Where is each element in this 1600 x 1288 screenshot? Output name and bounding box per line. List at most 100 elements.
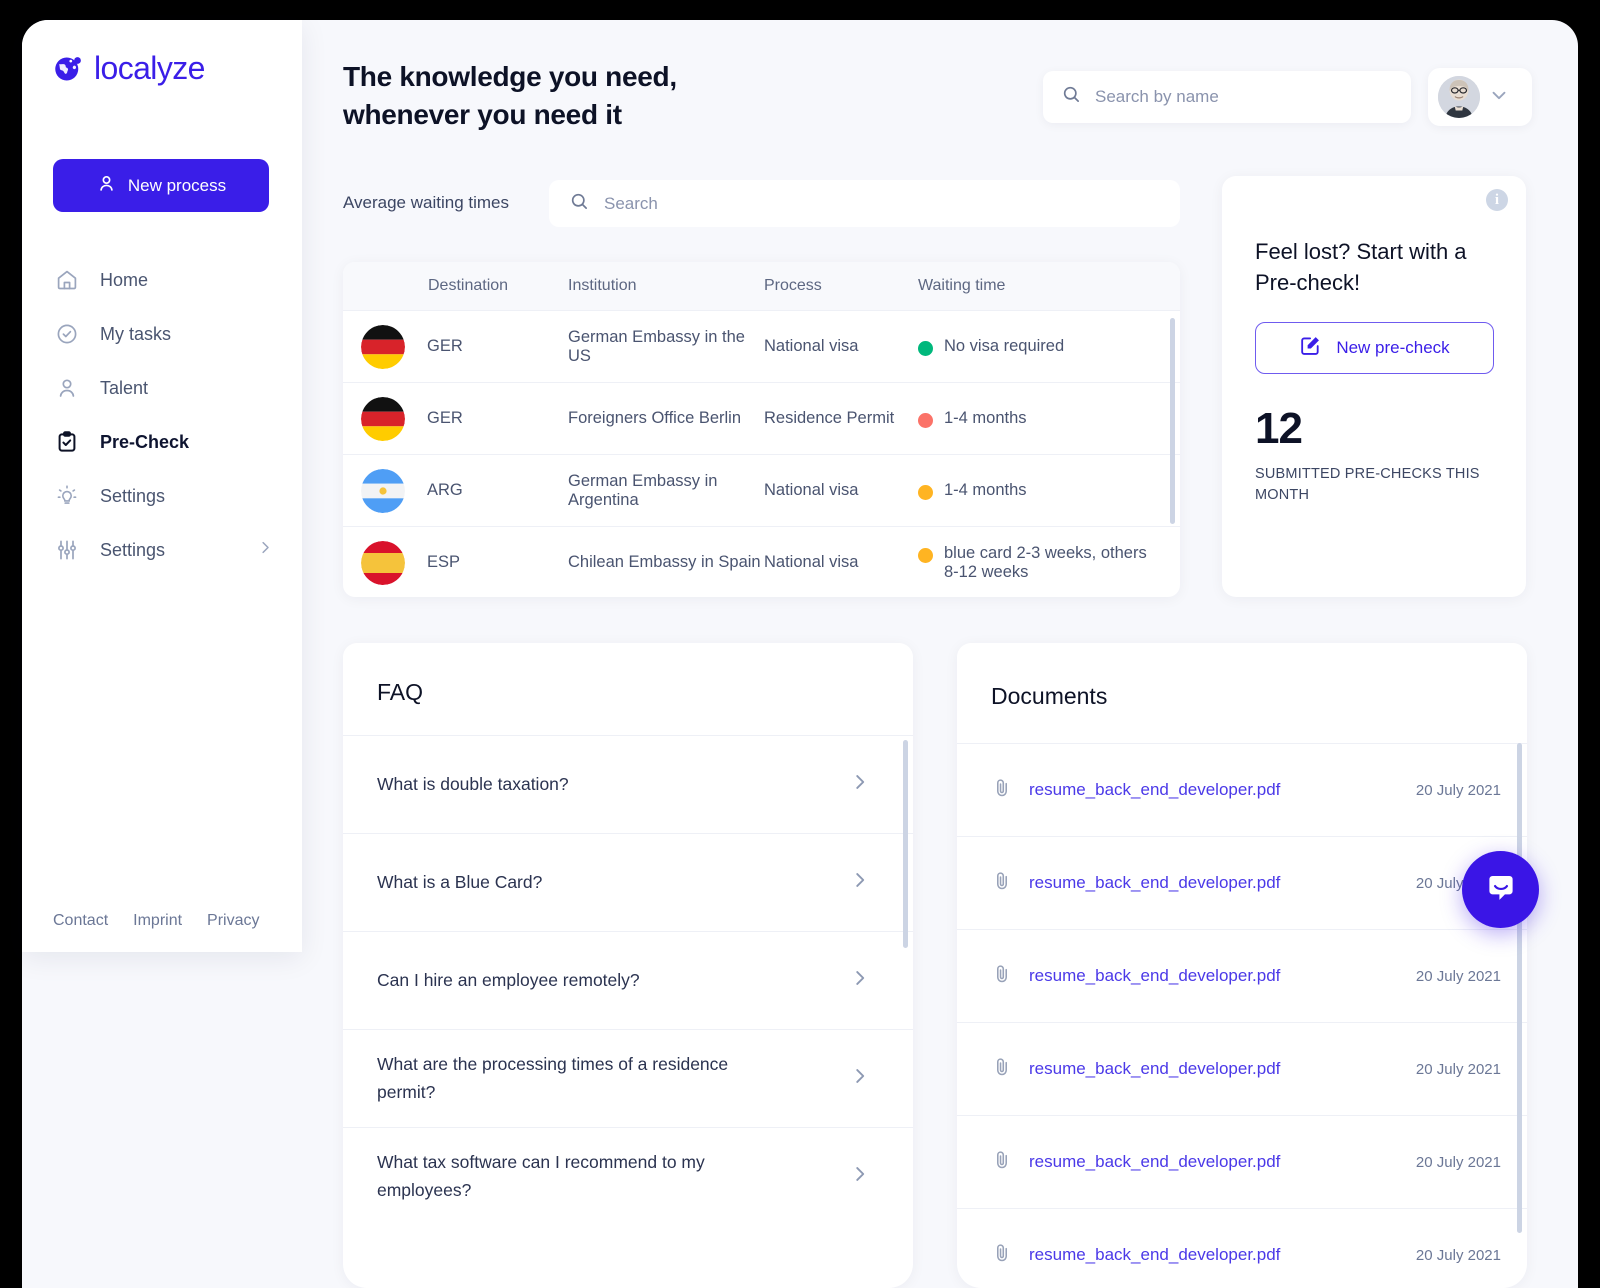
status-dot	[918, 341, 933, 356]
list-item[interactable]: resume_back_end_developer.pdf 20 July 20…	[957, 1115, 1527, 1208]
precheck-title: Feel lost? Start with a Pre-check!	[1255, 239, 1467, 296]
faq-item[interactable]: What tax software can I recommend to my …	[343, 1127, 913, 1225]
documents-scrollbar[interactable]	[1517, 743, 1522, 1233]
brand-logo[interactable]: localyze	[22, 20, 302, 87]
faq-item[interactable]: What is a Blue Card?	[343, 833, 913, 931]
faq-scrollbar[interactable]	[903, 740, 908, 948]
document-name[interactable]: resume_back_end_developer.pdf	[1029, 1152, 1280, 1172]
document-name[interactable]: resume_back_end_developer.pdf	[1029, 1245, 1280, 1265]
chevron-right-icon[interactable]	[849, 967, 871, 994]
faq-item[interactable]: What are the processing times of a resid…	[343, 1029, 913, 1127]
column-header-destination: Destination	[428, 277, 509, 294]
chevron-down-icon[interactable]	[1488, 84, 1510, 111]
list-item[interactable]: resume_back_end_developer.pdf 20 July 20…	[957, 929, 1527, 1022]
sidebar-item-pre-check[interactable]: Pre-Check	[22, 415, 302, 469]
sidebar-item-label: Talent	[100, 377, 149, 398]
search-input[interactable]	[1095, 87, 1393, 107]
faq-item[interactable]: Can I hire an employee remotely?	[343, 931, 913, 1029]
user-menu[interactable]	[1428, 68, 1532, 126]
new-process-label: New process	[127, 175, 227, 195]
info-icon[interactable]: i	[1486, 189, 1508, 211]
sidebar-item-my-tasks[interactable]: My tasks	[22, 307, 302, 361]
sidebar-item-label: Settings	[100, 485, 166, 506]
table-row[interactable]: ARG German Embassy in Argentina National…	[343, 455, 1180, 527]
cell-destination: ARG	[427, 481, 463, 499]
cell-waiting-time: 1-4 months	[944, 481, 1027, 499]
cell-institution: Foreigners Office Berlin	[568, 409, 742, 427]
faq-question: What is a Blue Card?	[377, 871, 543, 892]
document-name[interactable]: resume_back_end_developer.pdf	[1029, 873, 1280, 893]
page-title-line1: The knowledge you need,	[343, 61, 677, 92]
flag-de-icon	[361, 396, 405, 441]
footer-link-imprint[interactable]: Imprint	[133, 912, 182, 930]
table-scrollbar[interactable]	[1170, 318, 1175, 524]
cell-institution: Chilean Embassy in Spain	[568, 553, 761, 571]
document-name[interactable]: resume_back_end_developer.pdf	[1029, 966, 1280, 986]
page-title-line2: whenever you need it	[343, 99, 622, 131]
sidebar-item-talent[interactable]: Talent	[22, 361, 302, 415]
user-icon	[55, 376, 79, 400]
document-date: 20 July 2021	[1415, 781, 1501, 799]
cell-waiting-time: No visa required	[944, 337, 1065, 355]
status-dot	[918, 547, 933, 563]
global-search[interactable]	[1043, 71, 1411, 123]
sidebar-item-label: Home	[100, 269, 149, 290]
search-icon	[569, 191, 590, 217]
chevron-right-icon[interactable]	[849, 771, 871, 798]
faq-question: What is double taxation?	[377, 773, 569, 794]
document-name[interactable]: resume_back_end_developer.pdf	[1029, 1059, 1280, 1079]
attachment-icon	[991, 870, 1013, 897]
footer-link-privacy[interactable]: Privacy	[207, 912, 259, 930]
faq-question: Can I hire an employee remotely?	[377, 969, 640, 990]
new-process-button[interactable]: New process	[53, 159, 269, 212]
cell-destination: GER	[427, 409, 463, 427]
faq-item[interactable]: What is double taxation?	[343, 735, 913, 833]
sidebar-item-settings-bulb[interactable]: Settings	[22, 469, 302, 523]
chevron-right-icon[interactable]	[849, 869, 871, 896]
faq-question: What tax software can I recommend to my …	[377, 1152, 705, 1200]
attachment-icon	[991, 1149, 1013, 1176]
list-item[interactable]: resume_back_end_developer.pdf 20 July 20…	[957, 836, 1527, 929]
cell-destination: GER	[427, 337, 463, 355]
faq-title: FAQ	[377, 679, 424, 705]
sidebar-item-home[interactable]: Home	[22, 253, 302, 307]
cell-process: National visa	[764, 337, 859, 355]
table-row[interactable]: GER German Embassy in the US National vi…	[343, 311, 1180, 383]
document-name[interactable]: resume_back_end_developer.pdf	[1029, 780, 1280, 800]
user-add-icon	[96, 173, 117, 199]
attachment-icon	[991, 963, 1013, 990]
cell-waiting-time: 1-4 months	[944, 409, 1027, 427]
globe-icon	[53, 54, 83, 84]
chat-launcher-button[interactable]	[1462, 851, 1539, 928]
document-date: 20 July 2021	[1415, 1153, 1501, 1171]
cell-waiting-time: blue card 2-3 weeks, others 8-12 weeks	[944, 543, 1147, 581]
app-root: localyze New process Home My tasks Talen…	[0, 0, 1600, 1288]
table-row[interactable]: GER Foreigners Office Berlin Residence P…	[343, 383, 1180, 455]
table-header-row: Destination Institution Process Waiting …	[343, 262, 1180, 311]
bulb-icon	[55, 484, 79, 508]
sliders-icon	[55, 538, 79, 562]
cell-process: National visa	[764, 553, 859, 571]
precheck-card: i Feel lost? Start with a Pre-check! New…	[1222, 176, 1526, 597]
column-header-process: Process	[764, 277, 822, 294]
chevron-right-icon[interactable]	[849, 1163, 871, 1190]
chevron-right-icon[interactable]	[849, 1065, 871, 1092]
chevron-right-icon[interactable]	[256, 539, 274, 562]
table-row[interactable]: ESP Chilean Embassy in Spain National vi…	[343, 527, 1180, 597]
list-item[interactable]: resume_back_end_developer.pdf 20 July 20…	[957, 743, 1527, 836]
documents-title: Documents	[991, 683, 1108, 709]
list-item[interactable]: resume_back_end_developer.pdf 20 July 20…	[957, 1208, 1527, 1288]
sidebar-item-label: My tasks	[100, 323, 172, 344]
new-pre-check-label: New pre-check	[1336, 338, 1450, 357]
list-item[interactable]: resume_back_end_developer.pdf 20 July 20…	[957, 1022, 1527, 1115]
waiting-times-search[interactable]	[549, 180, 1180, 227]
waiting-times-search-input[interactable]	[604, 193, 1160, 214]
sidebar-nav: Home My tasks Talent Pre-Check Settings …	[22, 253, 302, 577]
sidebar-item-settings-sliders[interactable]: Settings	[22, 523, 302, 577]
check-circle-icon	[55, 322, 79, 346]
brand-name: localyze	[94, 50, 205, 86]
footer-link-contact[interactable]: Contact	[53, 912, 108, 930]
precheck-count: 12	[1255, 404, 1303, 453]
sidebar-item-label: Pre-Check	[100, 431, 190, 452]
new-pre-check-button[interactable]: New pre-check	[1255, 322, 1494, 374]
